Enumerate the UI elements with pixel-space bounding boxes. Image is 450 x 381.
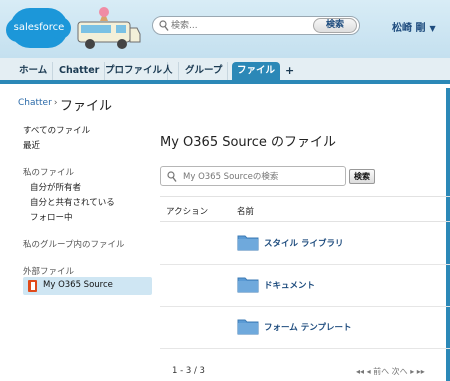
file-name-link[interactable]: スタイル ライブラリ (264, 237, 343, 249)
tab-people[interactable]: 人 (158, 62, 179, 80)
record-count: 1 - 3 / 3 (172, 366, 205, 376)
tab-groups[interactable]: グループ (180, 62, 229, 80)
file-search-button[interactable]: 検索 (349, 169, 375, 184)
file-name-link[interactable]: フォーム テンプレート (264, 321, 351, 333)
tab-files[interactable]: ファイル (232, 62, 281, 80)
tab-home[interactable]: ホーム (14, 62, 54, 80)
sidebar-item-o365-source[interactable]: My O365 Source (23, 277, 152, 295)
sidebar-heading-external-files: 外部ファイル (23, 267, 75, 277)
folder-icon (237, 235, 259, 251)
folder-icon (237, 277, 259, 293)
search-icon (159, 20, 169, 31)
global-search-input[interactable] (171, 18, 291, 33)
table-row: スタイル ライブラリ (160, 223, 450, 265)
folder-icon (237, 319, 259, 335)
breadcrumb-separator: › (53, 98, 58, 108)
table-row: フォーム テンプレート (160, 307, 450, 349)
section-title: My O365 Source のファイル (160, 135, 337, 150)
office-icon (28, 280, 37, 292)
user-menu[interactable]: 松崎 剛 ▼ (392, 19, 436, 34)
user-name: 松崎 剛 (392, 23, 426, 34)
file-name-link[interactable]: ドキュメント (264, 279, 315, 291)
breadcrumb: Chatter › (18, 98, 59, 108)
breadcrumb-chatter-link[interactable]: Chatter (18, 98, 52, 108)
table-row: ドキュメント (160, 265, 450, 307)
sidebar-item-label: My O365 Source (43, 280, 113, 290)
sidebar-item-all-files[interactable]: すべてのファイル (23, 124, 90, 136)
column-header-action: アクション (166, 207, 209, 217)
global-search-button[interactable]: 検索 (313, 18, 357, 33)
pagination[interactable]: ◂◂ ◂ 前へ 次へ ▸ ▸▸ (356, 366, 425, 377)
global-search-box: 検索 (152, 16, 360, 35)
ice-cream-truck-icon (77, 7, 141, 49)
page-title: ファイル (60, 99, 113, 114)
sidebar-item-group-files[interactable]: 私のグループ内のファイル (23, 238, 125, 250)
search-icon (167, 171, 177, 182)
sidebar-item-owned-by-me[interactable]: 自分が所有者 (30, 181, 81, 193)
sidebar-item-shared-with-me[interactable]: 自分と共有されている (30, 196, 115, 208)
file-search-input[interactable] (183, 170, 343, 183)
table-header: アクション 名前 (160, 196, 450, 222)
sidebar-item-recent[interactable]: 最近 (23, 139, 40, 151)
salesforce-logo[interactable]: salesforce (6, 8, 71, 48)
column-header-name[interactable]: 名前 (237, 205, 254, 217)
sidebar-item-following[interactable]: フォロー中 (30, 211, 73, 223)
add-tab-button[interactable]: + (280, 62, 299, 80)
file-search-box (160, 166, 346, 186)
chevron-down-icon: ▼ (429, 24, 436, 33)
app-header: salesforce 検索 松崎 剛▼ (0, 0, 450, 58)
tab-bar: ホーム Chatter プロファイル 人 グループ ファイル + (0, 58, 450, 84)
tab-chatter[interactable]: Chatter (54, 62, 106, 80)
sidebar-heading-my-files: 私のファイル (23, 168, 75, 178)
